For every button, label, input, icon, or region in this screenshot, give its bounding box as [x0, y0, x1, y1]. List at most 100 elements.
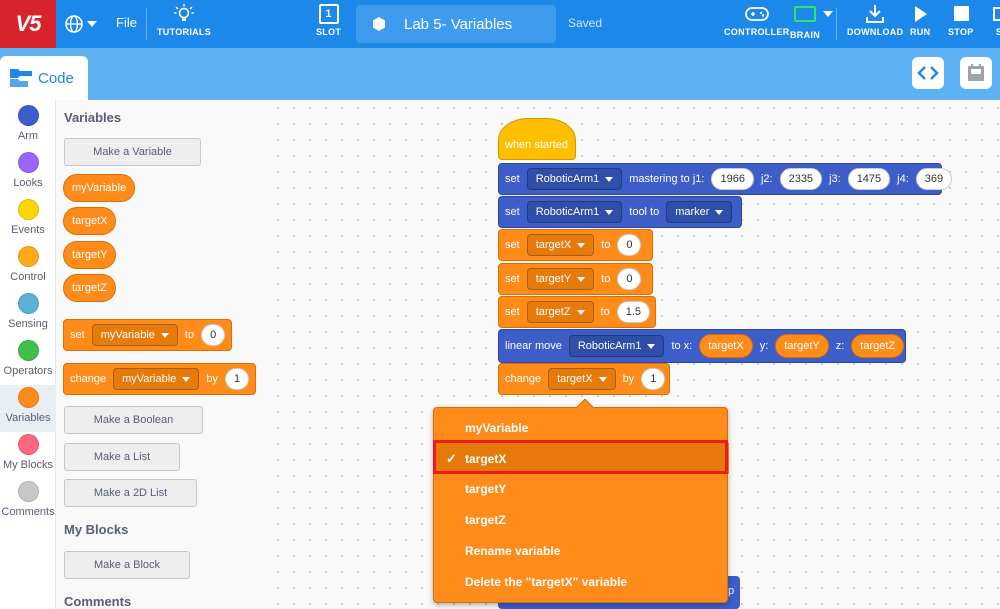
stop-button[interactable]: STOP	[948, 4, 974, 37]
x-reporter[interactable]: targetX	[699, 334, 753, 358]
devices-button[interactable]	[960, 57, 992, 89]
category-label: Control	[10, 271, 46, 283]
block-text: to	[184, 329, 195, 341]
when-started-block[interactable]: when started	[498, 118, 576, 160]
block-text: when started	[505, 139, 568, 151]
device-dropdown[interactable]: RoboticArm1	[568, 335, 665, 357]
share-button[interactable]: S	[992, 4, 1000, 37]
j1-input[interactable]: 1966	[711, 168, 754, 190]
j3-input[interactable]: 1475	[847, 168, 891, 190]
y-reporter[interactable]: targetY	[775, 334, 829, 358]
set-mastering-block[interactable]: set RoboticArm1 mastering to j1: 1966 j2…	[498, 163, 953, 195]
category-label: Sensing	[8, 318, 48, 330]
block-palette: Variables Make a Variable myVariable tar…	[56, 100, 270, 609]
caret-down-icon	[605, 176, 614, 182]
variables-heading: Variables	[64, 110, 122, 125]
gamepad-icon	[744, 7, 769, 21]
set-targetx-block[interactable]: set targetX to 0	[498, 229, 653, 261]
value-input[interactable]: 1	[641, 368, 666, 390]
controller-button[interactable]: CONTROLLER	[724, 4, 790, 37]
change-variable-block[interactable]: change myVariable by 1	[63, 363, 257, 395]
hexagon-icon	[373, 17, 385, 31]
z-reporter[interactable]: targetZ	[851, 334, 905, 358]
category-variables[interactable]: Variables	[0, 385, 56, 432]
category-sensing[interactable]: Sensing	[0, 293, 56, 340]
block-text: set	[505, 306, 520, 318]
block-text: set	[505, 239, 520, 251]
variable-reporter[interactable]: myVariable	[63, 174, 136, 202]
category-dot-icon	[17, 293, 39, 314]
variable-dropdown[interactable]: targetY	[526, 268, 595, 290]
category-dot-icon	[17, 481, 39, 502]
linear-move-block[interactable]: linear move RoboticArm1 to x: targetX y:…	[498, 329, 906, 363]
change-targetx-block[interactable]: change targetX by 1	[498, 363, 670, 395]
category-arm[interactable]: Arm	[0, 105, 56, 152]
tutorials-button[interactable]: TUTORIALS	[157, 4, 211, 37]
code-viewer-button[interactable]	[912, 57, 944, 89]
category-control[interactable]: Control	[0, 246, 56, 293]
tool-dropdown[interactable]: marker	[666, 201, 733, 223]
value-input[interactable]: 0	[617, 268, 642, 290]
category-looks[interactable]: Looks	[0, 152, 56, 199]
tab-code[interactable]: Code	[0, 56, 88, 100]
menu-item-myvariable[interactable]: myVariable	[434, 412, 729, 443]
set-targetz-block[interactable]: set targetZ to 1.5	[498, 296, 656, 328]
value-input[interactable]: 1.5	[616, 301, 651, 323]
category-label: My Blocks	[2, 459, 54, 471]
make-block-button[interactable]: Make a Block	[64, 551, 190, 579]
block-text: j3:	[829, 173, 841, 185]
variable-dropdown[interactable]: targetX	[548, 368, 616, 390]
j4-input[interactable]: 369	[915, 168, 953, 190]
variable-dropdown[interactable]: targetZ	[526, 301, 594, 323]
category-comments[interactable]: Comments	[0, 481, 56, 528]
category-dot-icon	[17, 246, 39, 267]
make-variable-button[interactable]: Make a Variable	[64, 138, 201, 166]
project-title-field[interactable]: Lab 5- Variables	[356, 5, 556, 43]
variable-dropdown[interactable]: targetX	[526, 234, 595, 256]
run-button[interactable]: RUN	[910, 4, 930, 37]
category-label: Comments	[1, 506, 55, 518]
block-text: mastering to j1:	[629, 173, 705, 185]
variable-reporter[interactable]: targetX	[63, 207, 117, 235]
set-variable-block[interactable]: set myVariable to 0	[63, 319, 233, 351]
brain-button[interactable]: BRAIN	[790, 4, 836, 40]
dropdown-value: RoboticArm1	[577, 340, 642, 352]
block-text: to	[601, 239, 611, 251]
dropdown-value: RoboticArm1	[535, 206, 600, 218]
device-icon	[968, 64, 984, 81]
set-targety-block[interactable]: set targetY to 0	[498, 263, 653, 295]
variable-dropdown[interactable]: myVariable	[113, 368, 200, 390]
slot-button[interactable]: 1 SLOT	[316, 4, 341, 37]
j2-input[interactable]: 2335	[779, 168, 823, 190]
variable-dropdown-menu: myVariable ✓ targetX targetY targetZ Rena…	[433, 398, 729, 603]
code-tab-label: Code	[38, 69, 74, 87]
menu-item-targety[interactable]: targetY	[434, 473, 729, 504]
menu-item-targetz[interactable]: targetZ	[434, 504, 729, 535]
variable-dropdown[interactable]: myVariable	[91, 324, 178, 346]
set-tool-block[interactable]: set RoboticArm1 tool to marker	[498, 196, 742, 228]
device-dropdown[interactable]: RoboticArm1	[526, 168, 623, 190]
value-input[interactable]: 1	[224, 368, 250, 390]
make-list-button[interactable]: Make a List	[64, 443, 180, 471]
value-input[interactable]: 0	[617, 234, 642, 256]
caret-down-icon	[715, 209, 724, 215]
menu-item-rename-variable[interactable]: Rename variable	[434, 535, 729, 566]
make-2d-list-button[interactable]: Make a 2D List	[64, 479, 197, 507]
variable-reporter[interactable]: targetZ	[63, 274, 116, 302]
menu-item-delete-variable[interactable]: Delete the "targetX" variable	[434, 566, 729, 597]
share-icon	[993, 7, 1000, 21]
slot-icon: 1	[318, 4, 339, 24]
category-events[interactable]: Events	[0, 199, 56, 246]
download-icon	[866, 5, 885, 23]
file-menu[interactable]: File	[116, 15, 137, 30]
download-button[interactable]: DOWNLOAD	[847, 4, 903, 37]
category-my-blocks[interactable]: My Blocks	[0, 434, 56, 481]
language-menu[interactable]	[64, 12, 104, 36]
value-input[interactable]: 0	[201, 324, 226, 346]
category-label: Operators	[3, 365, 53, 377]
category-dot-icon	[17, 199, 39, 220]
variable-reporter[interactable]: targetY	[63, 241, 117, 269]
category-operators[interactable]: Operators	[0, 340, 56, 387]
device-dropdown[interactable]: RoboticArm1	[526, 201, 623, 223]
make-boolean-button[interactable]: Make a Boolean	[64, 406, 203, 434]
